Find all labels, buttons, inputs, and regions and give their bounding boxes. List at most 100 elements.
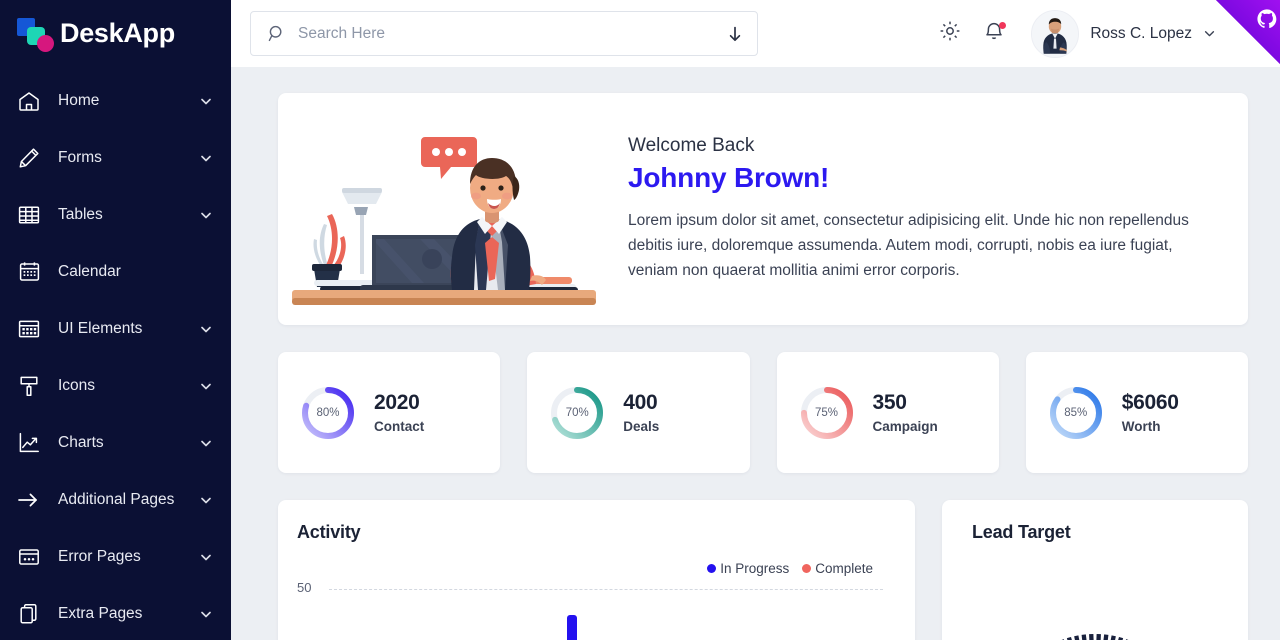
stat-value: 350 (872, 391, 907, 414)
lead-target-gauge (942, 592, 1248, 640)
chevron-down-icon (199, 208, 213, 222)
chevron-down-icon (199, 436, 213, 450)
search-icon (267, 24, 287, 44)
stat-value: 2020 (374, 391, 420, 414)
lead-target-title: Lead Target (972, 522, 1071, 542)
brand[interactable]: DeskApp (0, 0, 231, 67)
donut-percent: 70% (565, 406, 589, 419)
calendar-icon (14, 258, 44, 286)
legend-label: In Progress (720, 561, 790, 576)
bar-in-progress (567, 615, 577, 640)
chevron-down-icon (1203, 27, 1216, 40)
sidebar-item-label: Tables (58, 205, 103, 223)
legend-item-complete: Complete (802, 561, 873, 576)
home-icon (14, 87, 44, 115)
donut-chart: 70% (549, 385, 605, 441)
sidebar-item-additional-pages[interactable]: Additional Pages (0, 471, 231, 528)
user-avatar (1031, 9, 1080, 58)
topbar-actions: Ross C. Lopez (937, 9, 1256, 58)
bottom-row: Activity In Progress Complete 50 Lead Ta… (278, 500, 1248, 640)
sidebar: DeskApp Home Forms Tables Calendar UI El… (0, 0, 231, 640)
donut-percent: 75% (814, 406, 839, 419)
legend-dot (802, 564, 812, 573)
arrow-down-icon[interactable] (727, 25, 743, 43)
donut-chart: 80% (300, 385, 356, 441)
sidebar-item-error-pages[interactable]: Error Pages (0, 528, 231, 585)
stat-text: 400 Deals (623, 391, 659, 434)
app-logo-icon (14, 16, 54, 52)
donut-percent: 85% (1064, 406, 1088, 419)
app-root: DeskApp Home Forms Tables Calendar UI El… (0, 0, 1280, 640)
chevron-down-icon (199, 322, 213, 336)
chart-gridline (329, 589, 883, 590)
notification-badge (999, 21, 1007, 29)
sidebar-item-label: Icons (58, 376, 96, 394)
stat-card-campaign: 75% 350 Campaign (776, 352, 999, 473)
sidebar-item-ui-elements[interactable]: UI Elements (0, 300, 231, 357)
table-icon (14, 201, 44, 229)
welcome-user-name: Johnny Brown! (628, 161, 830, 193)
stat-text: 2020 Contact (374, 391, 424, 434)
search-bar[interactable] (250, 11, 758, 56)
copy-icon (14, 600, 44, 628)
sidebar-item-tables[interactable]: Tables (0, 186, 231, 243)
stat-value: $6060 (1121, 391, 1179, 414)
sidebar-item-home[interactable]: Home (0, 72, 231, 129)
welcome-text: Welcome Back Johnny Brown! Lorem ipsum d… (604, 135, 1218, 283)
welcome-description: Lorem ipsum dolor sit amet, consectetur … (628, 211, 1189, 280)
donut-chart: 75% (799, 385, 855, 441)
donut-chart: 85% (1048, 385, 1104, 441)
sidebar-item-extra-pages[interactable]: Extra Pages (0, 585, 231, 640)
stat-card-worth: 85% $6060 Worth (1025, 352, 1248, 473)
brand-name: DeskApp (60, 18, 175, 48)
activity-chart: 50 (297, 580, 891, 640)
sidebar-item-label: UI Elements (58, 319, 143, 337)
sidebar-item-charts[interactable]: Charts (0, 414, 231, 471)
sidebar-item-icons[interactable]: Icons (0, 357, 231, 414)
businessman-at-desk-illustration (284, 104, 604, 314)
chevron-down-icon (199, 550, 213, 564)
sidebar-item-label: Forms (58, 148, 102, 166)
welcome-greeting: Welcome Back (628, 134, 755, 156)
sidebar-item-label: Additional Pages (58, 490, 175, 508)
notifications-button[interactable] (981, 21, 1007, 47)
radial-tick-gauge-icon (1061, 633, 1129, 640)
sidebar-item-forms[interactable]: Forms (0, 129, 231, 186)
stat-label: Contact (374, 419, 425, 434)
user-menu[interactable]: Ross C. Lopez (1031, 9, 1216, 58)
ui-elements-icon (14, 315, 44, 343)
arrow-right-icon (14, 486, 44, 514)
stat-cards: 80% 2020 Contact 70% 400 Deals 75% 350 C… (278, 352, 1248, 473)
activity-legend: In Progress Complete (297, 561, 891, 576)
user-name: Ross C. Lopez (1090, 24, 1192, 42)
gear-icon (938, 19, 962, 48)
welcome-card: Welcome Back Johnny Brown! Lorem ipsum d… (278, 93, 1248, 325)
window-dots-icon (14, 543, 44, 571)
sidebar-item-label: Extra Pages (58, 604, 143, 622)
stat-text: $6060 Worth (1122, 391, 1179, 434)
y-axis-tick: 50 (297, 580, 312, 595)
sidebar-item-calendar[interactable]: Calendar (0, 243, 231, 300)
topbar: Ross C. Lopez (231, 0, 1280, 67)
stat-card-deals: 70% 400 Deals (527, 352, 750, 473)
sidebar-nav: Home Forms Tables Calendar UI Elements I… (0, 67, 231, 640)
activity-card: Activity In Progress Complete 50 (278, 500, 915, 640)
legend-label: Complete (815, 561, 873, 576)
stat-label: Deals (623, 419, 660, 434)
activity-title: Activity (297, 522, 361, 542)
sidebar-item-label: Charts (58, 433, 104, 451)
stat-card-contact: 80% 2020 Contact (278, 352, 501, 473)
legend-item-in-progress: In Progress (707, 561, 789, 576)
lead-target-card: Lead Target (942, 500, 1248, 640)
search-input[interactable] (298, 24, 719, 43)
chevron-down-icon (199, 607, 213, 621)
stat-value: 400 (623, 391, 658, 414)
chevron-down-icon (199, 379, 213, 393)
pencil-icon (14, 144, 44, 172)
settings-button[interactable] (937, 21, 963, 47)
sidebar-item-label: Home (58, 91, 100, 109)
paint-roller-icon (14, 372, 44, 400)
sidebar-item-label: Calendar (58, 262, 121, 280)
main-area: Ross C. Lopez (231, 0, 1280, 640)
stat-label: Worth (1121, 419, 1161, 434)
